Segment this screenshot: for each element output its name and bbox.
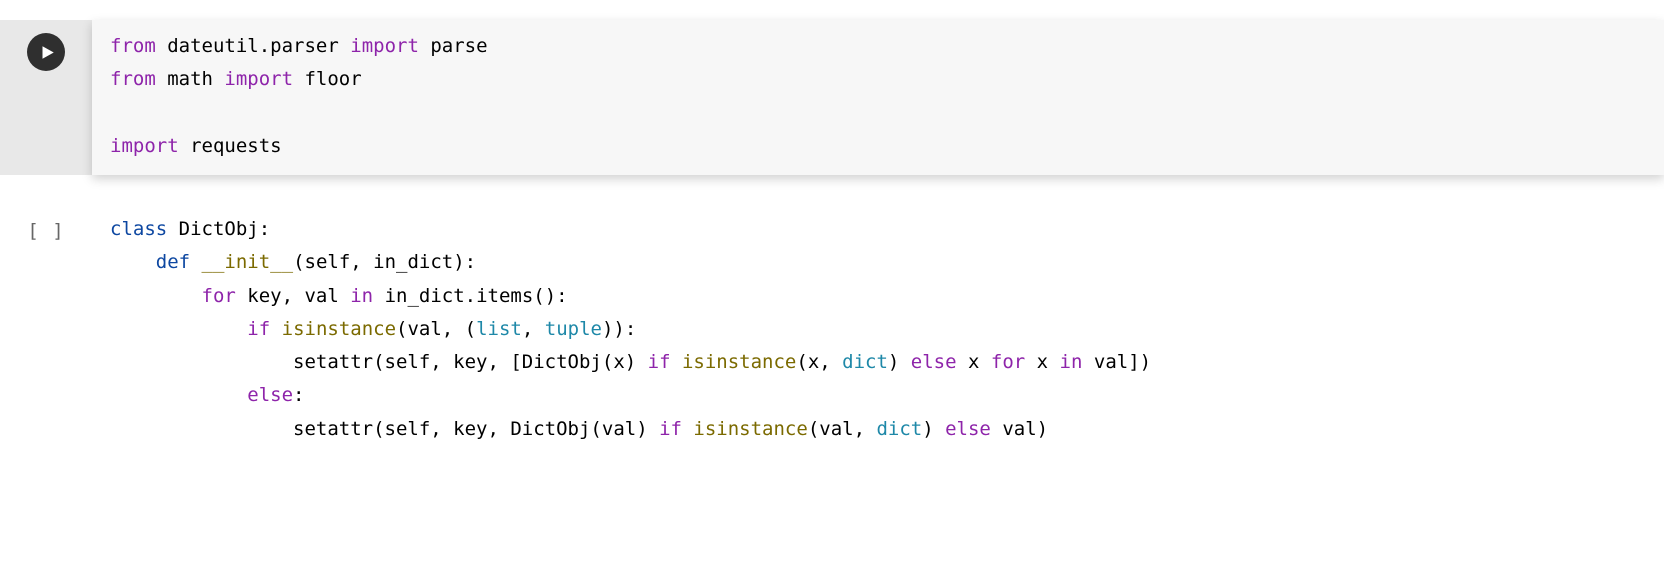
run-button[interactable]	[27, 33, 65, 71]
cell-gutter: [ ]	[0, 203, 92, 458]
notebook: from dateutil.parser import parse from m…	[0, 0, 1664, 516]
code-content: from dateutil.parser import parse from m…	[110, 30, 1646, 163]
code-cell[interactable]: [ ] class DictObj: def __init__(self, in…	[0, 203, 1664, 458]
play-icon	[40, 45, 55, 60]
cell-gutter	[0, 20, 92, 175]
code-input-area[interactable]: from dateutil.parser import parse from m…	[92, 20, 1664, 175]
code-cell[interactable]: from dateutil.parser import parse from m…	[0, 20, 1664, 175]
code-content: class DictObj: def __init__(self, in_dic…	[110, 213, 1646, 446]
code-input-area[interactable]: class DictObj: def __init__(self, in_dic…	[92, 203, 1664, 458]
cell-execution-prompt: [ ]	[27, 215, 64, 458]
